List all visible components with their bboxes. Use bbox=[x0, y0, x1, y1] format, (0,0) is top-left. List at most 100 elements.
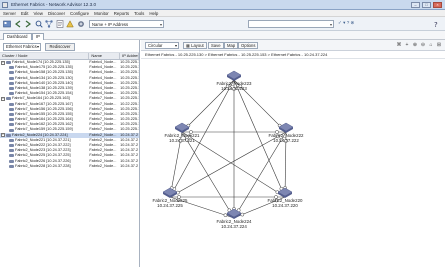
layout-type-select[interactable]: Circular ▾ bbox=[145, 42, 179, 49]
table-row[interactable]: Fabric2_Node228 [10.24.37.228] Fabric2_No… bbox=[0, 164, 139, 169]
main-toolbar: Name + IP Address ▾ ▾ ✓ ▾ ? ⊗ ? bbox=[0, 17, 445, 31]
alarm-icon[interactable] bbox=[66, 20, 74, 28]
layout-button[interactable]: ▦ Layout bbox=[183, 42, 207, 49]
column-name[interactable]: Name bbox=[89, 53, 121, 59]
switch-icon bbox=[9, 159, 14, 163]
close-button[interactable]: × bbox=[433, 1, 442, 8]
zoom-in-icon[interactable]: ⊕ bbox=[412, 42, 418, 48]
switch-icon bbox=[9, 128, 14, 132]
overview-icon[interactable]: ⊞ bbox=[436, 42, 442, 48]
dashboard-icon[interactable] bbox=[3, 20, 11, 28]
tab-dashboard[interactable]: Dashboard bbox=[3, 33, 32, 40]
fabric-select[interactable]: Ethernet Fabrics ▾ bbox=[3, 43, 41, 51]
fit-icon[interactable]: ⌘ bbox=[396, 42, 402, 48]
collapse-toggle-icon[interactable]: − bbox=[1, 133, 5, 138]
switch-icon bbox=[9, 118, 14, 122]
maximize-button[interactable]: □ bbox=[422, 1, 431, 8]
switch-icon bbox=[9, 66, 14, 70]
forward-icon[interactable] bbox=[24, 20, 32, 28]
column-cluster-node[interactable]: Cluster / Node bbox=[0, 53, 90, 59]
switch-icon[interactable] bbox=[226, 70, 242, 81]
port-icon[interactable] bbox=[240, 212, 245, 217]
switch-ip: 10.24.37.221 bbox=[169, 138, 195, 143]
zoom-out-icon[interactable]: ⊖ bbox=[420, 42, 426, 48]
switch-icon bbox=[9, 154, 14, 158]
column-ip[interactable]: IP Address bbox=[120, 53, 139, 59]
switch-icon bbox=[9, 164, 14, 168]
pan-icon[interactable]: + bbox=[404, 42, 410, 48]
link-line[interactable] bbox=[181, 131, 235, 219]
switch-icon bbox=[9, 144, 14, 148]
switch-ip: 10.24.37.223 bbox=[221, 86, 247, 91]
minimize-button[interactable]: – bbox=[411, 1, 420, 8]
app-icon bbox=[2, 2, 8, 8]
tree-rows: − Fabric4_Node174 [10.25.225.135] Fabric4_… bbox=[0, 60, 139, 169]
switch-ip: 10.24.37.224 bbox=[221, 224, 247, 229]
switch-label[interactable]: Fabric2_Node221 10.24.37.221 bbox=[165, 133, 200, 143]
switch-icon[interactable] bbox=[278, 122, 294, 133]
collapse-toggle-icon[interactable]: − bbox=[1, 60, 5, 65]
switch-label[interactable]: Fabric2_Node222 10.24.37.222 bbox=[269, 133, 304, 143]
name-cell: Fabric2_Node... bbox=[89, 163, 117, 168]
port-icon[interactable] bbox=[223, 213, 228, 218]
topology-icon[interactable] bbox=[45, 20, 53, 28]
collapse-toggle-icon[interactable]: − bbox=[1, 96, 5, 101]
switch-icon bbox=[9, 81, 14, 85]
svg-text:?: ? bbox=[434, 21, 438, 28]
search-scope-combo[interactable]: Name + IP Address ▾ bbox=[89, 20, 164, 28]
switch-icon bbox=[9, 123, 14, 127]
fabric-select-value: Ethernet Fabrics bbox=[6, 44, 37, 49]
view-tabs: Dashboard IP bbox=[0, 31, 445, 40]
map-button[interactable]: Map bbox=[224, 42, 239, 49]
switch-label[interactable]: Fabric2_Node220 10.24.37.220 bbox=[268, 198, 303, 208]
menu-discover[interactable]: Discover bbox=[48, 11, 65, 16]
tree-header: Cluster / Node Name IP Address bbox=[0, 53, 139, 60]
menu-help[interactable]: Help bbox=[149, 11, 158, 16]
switch-label[interactable]: Fabric2_Node223 10.24.37.223 bbox=[217, 81, 252, 91]
save-button[interactable]: Save bbox=[208, 42, 224, 49]
title-bar: Ethernet Fabrics - Network Advisor 12.3.… bbox=[0, 0, 445, 10]
topology-toolbar: Circular ▾ ▦ Layout Save Map Options ⌘ +… bbox=[141, 40, 445, 51]
switch-label[interactable]: Fabric2_Node225 10.24.37.225 bbox=[153, 198, 188, 208]
options-button[interactable]: Options bbox=[238, 42, 259, 49]
search-tools[interactable]: ✓ ▾ ? ⊗ bbox=[338, 20, 354, 26]
menu-configure[interactable]: Configure bbox=[70, 11, 89, 16]
search-input[interactable]: ▾ bbox=[248, 20, 334, 28]
menu-server[interactable]: Server bbox=[3, 11, 16, 16]
discover-icon[interactable] bbox=[35, 20, 43, 28]
topology-canvas[interactable]: Fabric2_Node223 10.24.37.223 Fabric2_Node2… bbox=[141, 59, 445, 267]
chevron-down-icon: ▾ bbox=[36, 44, 39, 49]
menu-bar: Server Edit View Discover Configure Moni… bbox=[0, 10, 445, 17]
tab-ip[interactable]: IP bbox=[32, 33, 44, 40]
switch-label[interactable]: Fabric2_Node224 10.24.37.224 bbox=[217, 219, 252, 229]
menu-monitor[interactable]: Monitor bbox=[94, 11, 109, 16]
menu-edit[interactable]: Edit bbox=[21, 11, 29, 16]
fabric-tree-panel: Ethernet Fabrics ▾ Rediscover Cluster / … bbox=[0, 40, 140, 267]
chevron-down-icon: ▾ bbox=[159, 22, 162, 27]
switch-icon bbox=[9, 76, 14, 80]
chevron-down-icon: ▾ bbox=[329, 22, 332, 27]
switch-icon bbox=[6, 97, 11, 101]
chevron-down-icon: ▾ bbox=[174, 43, 177, 48]
menu-view[interactable]: View bbox=[34, 11, 43, 16]
settings-icon[interactable] bbox=[77, 20, 85, 28]
fabric-tree-toolbar: Ethernet Fabrics ▾ Rediscover bbox=[0, 40, 139, 53]
switch-ip: 10.24.37.225 bbox=[157, 203, 183, 208]
switch-icon[interactable] bbox=[174, 122, 190, 133]
report-icon[interactable] bbox=[56, 20, 64, 28]
help-icon[interactable]: ? bbox=[432, 20, 440, 29]
menu-reports[interactable]: Reports bbox=[114, 11, 129, 16]
grid-icon: ▦ bbox=[186, 43, 190, 48]
zoom-tools: ⌘ + ⊕ ⊖ ⌂ ⊞ bbox=[396, 42, 442, 48]
home-icon[interactable]: ⌂ bbox=[428, 42, 434, 48]
switch-icon bbox=[9, 92, 14, 96]
menu-tools[interactable]: Tools bbox=[134, 11, 144, 16]
switch-icon bbox=[6, 133, 11, 137]
back-icon[interactable] bbox=[14, 20, 22, 28]
layout-button-label: Layout bbox=[191, 43, 204, 48]
rediscover-button[interactable]: Rediscover bbox=[45, 43, 75, 51]
switch-icon bbox=[6, 61, 11, 65]
window-controls: – □ × bbox=[411, 1, 442, 8]
switch-icon bbox=[9, 71, 14, 75]
search-scope-value: Name + IP Address bbox=[92, 21, 129, 27]
